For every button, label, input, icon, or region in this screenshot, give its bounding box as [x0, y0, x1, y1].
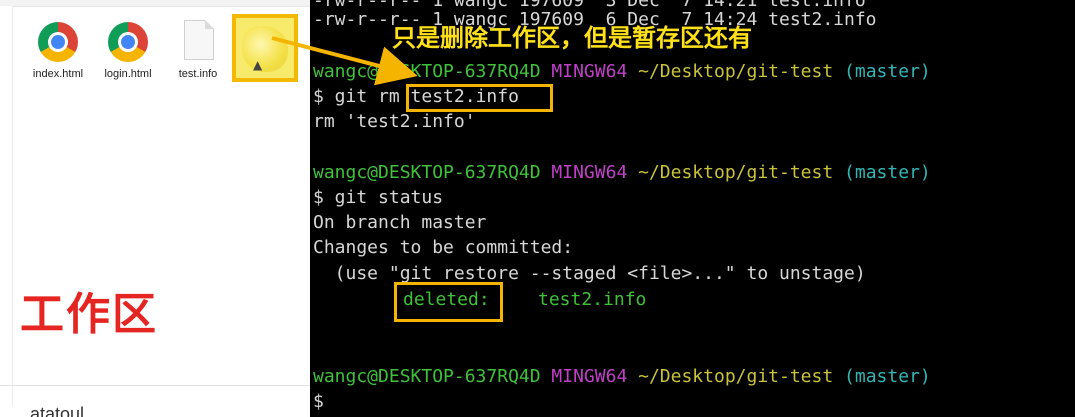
highlighted-file-test2-info[interactable]: ▲ [232, 14, 298, 82]
chrome-icon [36, 20, 80, 64]
file-label: test.info [178, 68, 218, 80]
terminal-prompt: wangc@DESKTOP-637RQ4D MINGW64 ~/Desktop/… [313, 61, 931, 82]
divider [0, 385, 310, 386]
chrome-icon [106, 20, 150, 64]
terminal-window[interactable]: -rw-r--r-- 1 wangc 197609 3 Dec 7 14:21 … [310, 0, 1075, 417]
file-explorer-pane: index.html login.html test.info ▲ 工作区 at… [0, 0, 310, 417]
file-item-test-info[interactable]: test.info [166, 16, 230, 80]
terminal-prompt: wangc@DESKTOP-637RQ4D MINGW64 ~/Desktop/… [313, 162, 931, 183]
file-label: login.html [104, 68, 152, 80]
terminal-cursor-prompt[interactable]: $ [313, 389, 324, 414]
highlight-box-filename [406, 84, 553, 112]
terminal-command: $ git status [313, 187, 444, 208]
file-item-index-html[interactable]: index.html [26, 16, 90, 80]
terminal-output: rm 'test2.info' [313, 111, 476, 132]
text-file-icon [176, 20, 220, 64]
image-file-icon [242, 26, 288, 72]
terminal-output: On branch master [313, 212, 487, 233]
explorer-nav-edge [0, 6, 13, 406]
terminal-output: Changes to be committed: [313, 237, 574, 258]
work-area-label: 工作区 [20, 289, 158, 340]
highlight-box-deleted [394, 282, 503, 322]
file-label: index.html [32, 68, 84, 80]
annotation-text: 只是删除工作区，但是暂存区还有 [392, 24, 752, 52]
partial-bottom-text: atatoul [30, 404, 85, 417]
terminal-prompt: wangc@DESKTOP-637RQ4D MINGW64 ~/Desktop/… [313, 366, 931, 387]
explorer-top-strip [0, 0, 310, 7]
mouse-cursor-icon: ▲ [253, 58, 263, 72]
file-item-login-html[interactable]: login.html [96, 16, 160, 80]
deleted-filename: test2.info [538, 289, 647, 310]
